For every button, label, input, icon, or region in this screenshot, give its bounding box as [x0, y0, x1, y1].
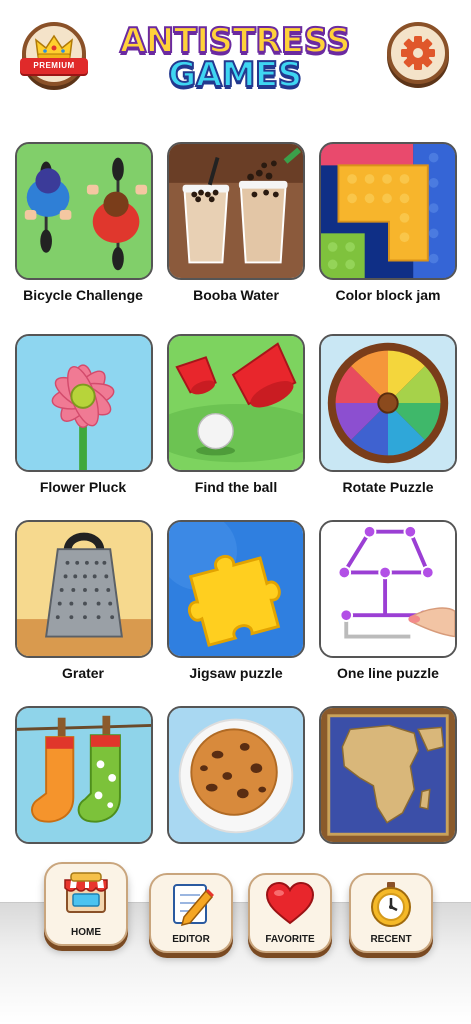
color-blocks-icon	[321, 144, 455, 278]
game-card-socks[interactable]	[15, 706, 153, 844]
app-title: ANTISTRESS GAMES	[105, 21, 365, 95]
stopwatch-icon	[371, 882, 411, 927]
gear-icon	[401, 36, 435, 70]
nav-home-button[interactable]: HOME	[44, 862, 128, 946]
header: PREMIUM ANTISTRESS GAMES	[0, 0, 471, 120]
title-line-1: ANTISTRESS	[119, 21, 352, 61]
editor-icon	[173, 884, 214, 927]
nav-editor-button[interactable]: EDITOR	[149, 873, 233, 953]
socks-icon	[17, 708, 151, 842]
game-card-flower-pluck[interactable]	[15, 334, 153, 472]
game-label: Rotate Puzzle	[342, 479, 434, 495]
game-card-color-block-jam[interactable]	[319, 142, 457, 280]
game-card-find-the-ball[interactable]	[167, 334, 305, 472]
game-label: Booba Water	[193, 287, 279, 303]
crown-icon	[35, 34, 73, 60]
title-line-2: GAMES	[167, 55, 303, 95]
game-label: Find the ball	[194, 479, 278, 495]
game-label: Jigsaw puzzle	[189, 665, 283, 681]
nav-favorite-button[interactable]: FAVORITE	[248, 873, 332, 953]
game-label: Flower Pluck	[39, 479, 127, 495]
shop-icon	[64, 872, 108, 913]
game-card-world-map[interactable]	[319, 706, 457, 844]
game-label: Grater	[61, 665, 105, 681]
cups-ball-icon	[169, 336, 303, 470]
flower-icon	[17, 336, 151, 470]
game-label: Color block jam	[335, 287, 441, 303]
game-card-jigsaw-puzzle[interactable]	[167, 520, 305, 658]
nav-recent-button[interactable]: RECENT	[349, 873, 433, 953]
nav-favorite-label: FAVORITE	[265, 934, 315, 945]
grater-icon	[17, 522, 151, 656]
game-card-cookie[interactable]	[167, 706, 305, 844]
bicycle-icon	[17, 144, 151, 278]
game-label: One line puzzle	[337, 665, 439, 681]
cookie-icon	[169, 708, 303, 842]
bubble-tea-icon	[169, 144, 303, 278]
nav-home-label: HOME	[71, 927, 101, 938]
premium-button[interactable]: PREMIUM	[20, 22, 88, 86]
game-card-booba-water[interactable]	[167, 142, 305, 280]
game-card-one-line-puzzle[interactable]	[319, 520, 457, 658]
game-label: Bicycle Challenge	[23, 287, 143, 303]
jigsaw-icon	[169, 522, 303, 656]
premium-label: PREMIUM	[20, 58, 88, 74]
world-map-icon	[321, 708, 455, 842]
game-card-grater[interactable]	[15, 520, 153, 658]
heart-icon	[265, 881, 315, 925]
color-wheel-icon	[321, 336, 455, 470]
settings-button[interactable]	[387, 22, 449, 84]
one-line-icon	[321, 522, 455, 656]
game-card-bicycle-challenge[interactable]	[15, 142, 153, 280]
game-card-rotate-puzzle[interactable]	[319, 334, 457, 472]
nav-editor-label: EDITOR	[172, 934, 210, 945]
nav-recent-label: RECENT	[370, 934, 412, 945]
